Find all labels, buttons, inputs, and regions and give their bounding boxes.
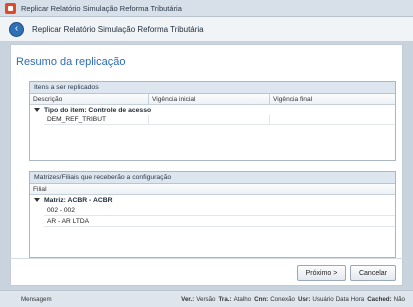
group-label: Matriz: ACBR - ACBR bbox=[44, 196, 113, 204]
cell-vigencia-final bbox=[270, 115, 395, 124]
status-cached-key: Cached: bbox=[367, 296, 392, 303]
list-item[interactable]: AR - AR LTDA bbox=[44, 216, 395, 227]
status-cached-value: Não bbox=[393, 296, 405, 303]
status-user-key: Usr: bbox=[298, 296, 311, 303]
status-info: Ver.: Versão Tra.: Atalho Cnn: Conexão U… bbox=[178, 291, 405, 307]
group-label: Tipo do item: Controle de acesso bbox=[44, 106, 152, 114]
column-header-filial[interactable]: Filial bbox=[30, 184, 395, 194]
window-title: Replicar Relatório Simulação Reforma Tri… bbox=[21, 3, 182, 13]
status-connection-key: Cnn: bbox=[254, 296, 269, 303]
app-logo-icon bbox=[5, 2, 16, 14]
cell-descricao: DEM_REF_TRIBUT bbox=[44, 115, 149, 124]
status-time: Hora bbox=[350, 296, 365, 303]
status-shortcut-value: Atalho bbox=[233, 296, 252, 303]
column-header-vigencia-inicial[interactable]: Vigência inicial bbox=[149, 94, 270, 104]
section-title: Resumo da replicação bbox=[16, 56, 126, 68]
filiais-grid: Matrizes/Filiais que receberão a configu… bbox=[29, 171, 396, 258]
cell-vigencia-inicial bbox=[149, 115, 270, 124]
collapse-triangle-icon[interactable] bbox=[34, 198, 40, 202]
list-item[interactable]: 002 - 002 bbox=[44, 205, 395, 216]
collapse-triangle-icon[interactable] bbox=[34, 108, 40, 112]
column-header-vigencia-final[interactable]: Vigência final bbox=[270, 94, 395, 104]
footer-divider bbox=[10, 258, 403, 259]
status-shortcut-key: Tra.: bbox=[218, 296, 232, 303]
filiais-grid-header: Filial bbox=[30, 184, 395, 195]
status-date: Data bbox=[335, 296, 349, 303]
status-version-key: Ver.: bbox=[181, 296, 195, 303]
group-row-matriz[interactable]: Matriz: ACBR - ACBR bbox=[30, 195, 395, 205]
items-grid-caption: Itens a ser replicados bbox=[30, 82, 395, 94]
status-message: Mensagem bbox=[21, 295, 52, 303]
column-header-descricao[interactable]: Descrição bbox=[30, 94, 149, 104]
header-title: Replicar Relatório Simulação Reforma Tri… bbox=[32, 24, 204, 34]
items-grid: Itens a ser replicados Descrição Vigênci… bbox=[29, 81, 396, 161]
back-arrow-icon[interactable]: ‹ bbox=[9, 21, 24, 37]
filiais-grid-caption: Matrizes/Filiais que receberão a configu… bbox=[30, 172, 395, 184]
status-user-value: Usuário bbox=[312, 296, 334, 303]
status-bar: Mensagem Ver.: Versão Tra.: Atalho Cnn: … bbox=[0, 290, 413, 307]
table-row[interactable]: DEM_REF_TRIBUT bbox=[44, 115, 395, 125]
window-titlebar: Replicar Relatório Simulação Reforma Tri… bbox=[0, 0, 413, 17]
items-grid-header: Descrição Vigência inicial Vigência fina… bbox=[30, 94, 395, 105]
cancel-button[interactable]: Cancelar bbox=[350, 265, 396, 281]
status-version-value: Versão bbox=[196, 296, 216, 303]
status-connection-value: Conexão bbox=[270, 296, 295, 303]
group-row-tipo-item[interactable]: Tipo do item: Controle de acesso bbox=[30, 105, 395, 115]
next-button[interactable]: Próximo > bbox=[297, 265, 346, 281]
header-bar: ‹ Replicar Relatório Simulação Reforma T… bbox=[0, 17, 413, 42]
